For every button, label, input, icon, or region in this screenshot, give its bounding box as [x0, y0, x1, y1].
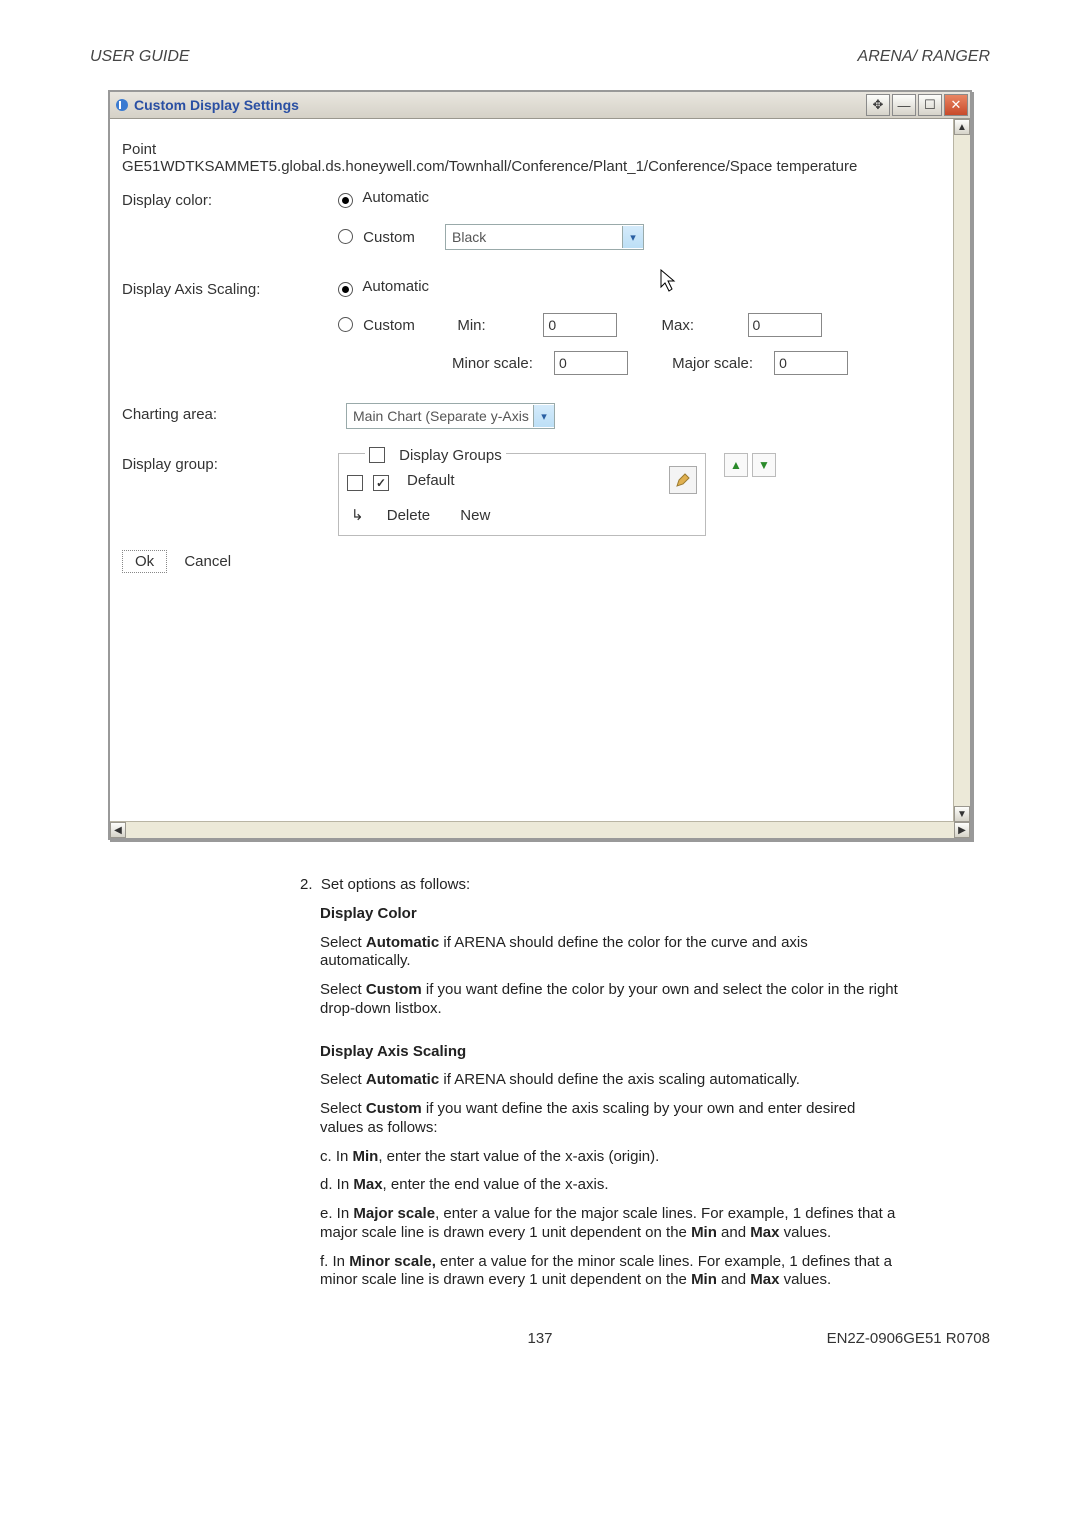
dropdown-charting-value[interactable]: Main Chart (Separate y-Axis: [353, 408, 533, 424]
dropdown-charting-arrow[interactable]: ▾: [533, 405, 554, 427]
input-major-scale[interactable]: 0: [774, 351, 848, 375]
legend-display-groups: Display Groups: [399, 447, 502, 464]
dropdown-color-value[interactable]: Black: [452, 229, 622, 245]
scroll-left-icon[interactable]: ◀: [110, 822, 126, 838]
radio-color-custom[interactable]: [338, 229, 353, 244]
window-custom-display-settings: Custom Display Settings ✥ — ☐ ✕ Point GE…: [108, 90, 972, 840]
check-default-enabled[interactable]: ✓: [373, 475, 389, 491]
groupbox-display-groups: Display Groups ✓ Default: [338, 453, 706, 536]
input-min[interactable]: 0: [543, 313, 617, 337]
window-close-button[interactable]: ✕: [944, 94, 968, 116]
input-max[interactable]: 0: [748, 313, 822, 337]
point-path: GE51WDTKSAMMET5.global.ds.honeywell.com/…: [122, 158, 960, 175]
step2-intro: Set options as follows:: [321, 876, 470, 893]
ok-button[interactable]: Ok: [122, 550, 167, 573]
input-minor-scale[interactable]: 0: [554, 351, 628, 375]
label-minor-scale: Minor scale:: [452, 355, 548, 372]
move-up-button[interactable]: ▲: [724, 453, 748, 477]
label-display-group: Display group:: [122, 453, 338, 473]
radio-axis-automatic[interactable]: [338, 282, 353, 297]
vertical-scrollbar[interactable]: ▲ ▼: [953, 119, 970, 822]
radio-color-automatic-label: Automatic: [362, 189, 429, 206]
header-right: ARENA/ RANGER: [858, 48, 990, 66]
radio-color-automatic[interactable]: [338, 193, 353, 208]
app-icon: [114, 97, 130, 113]
move-down-button[interactable]: ▼: [752, 453, 776, 477]
scroll-up-icon[interactable]: ▲: [954, 119, 970, 135]
window-minimize-button[interactable]: —: [892, 94, 916, 116]
redo-icon: ↳: [351, 507, 364, 524]
new-group-button[interactable]: New: [447, 504, 503, 527]
header-left: USER GUIDE: [90, 48, 190, 66]
page-number: 137: [527, 1330, 552, 1347]
heading-display-color: Display Color: [320, 905, 417, 922]
heading-axis-scaling: Display Axis Scaling: [320, 1043, 466, 1060]
label-min: Min:: [457, 317, 537, 334]
label-max: Max:: [662, 317, 742, 334]
label-charting-area: Charting area:: [122, 403, 338, 423]
delete-group-button[interactable]: Delete: [374, 504, 443, 527]
label-axis-scaling: Display Axis Scaling:: [122, 278, 338, 298]
point-label: Point: [122, 141, 960, 158]
default-group-label: Default: [407, 472, 669, 489]
horizontal-scrollbar[interactable]: ◀ ▶: [110, 821, 970, 838]
label-display-color: Display color:: [122, 189, 338, 209]
radio-axis-automatic-label: Automatic: [362, 278, 429, 295]
cursor-icon: [660, 269, 680, 299]
edit-group-button[interactable]: [669, 466, 697, 494]
check-default-row-select[interactable]: [347, 475, 363, 491]
titlebar[interactable]: Custom Display Settings ✥ — ☐ ✕: [110, 92, 970, 119]
window-title: Custom Display Settings: [134, 97, 866, 113]
scroll-down-icon[interactable]: ▼: [954, 806, 970, 822]
document-instructions: 2. Set options as follows: Display Color…: [300, 876, 900, 1290]
window-pin-button[interactable]: ✥: [866, 94, 890, 116]
doc-number: EN2Z-0906GE51 R0708: [827, 1330, 990, 1347]
label-major-scale: Major scale:: [672, 355, 768, 372]
check-display-groups-header[interactable]: [369, 447, 385, 463]
cancel-button[interactable]: Cancel: [171, 550, 244, 573]
radio-color-custom-label: Custom: [363, 229, 415, 246]
scroll-right-icon[interactable]: ▶: [954, 822, 970, 838]
radio-axis-custom[interactable]: [338, 317, 353, 332]
window-maximize-button[interactable]: ☐: [918, 94, 942, 116]
radio-axis-custom-label: Custom: [363, 317, 453, 334]
dropdown-color-arrow[interactable]: ▾: [622, 226, 643, 248]
